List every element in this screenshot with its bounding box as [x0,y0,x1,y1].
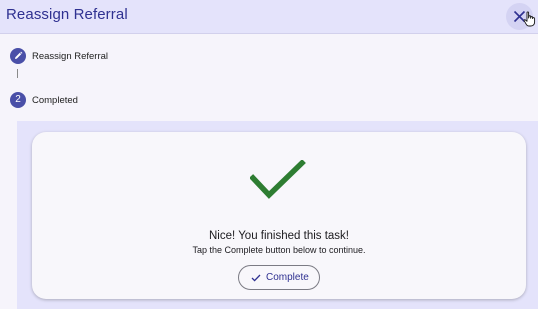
edit-icon [15,51,23,59]
dialog-header: Reassign Referral [0,0,538,34]
dialog-title: Reassign Referral [6,6,128,23]
step-1-marker [10,48,26,64]
check-small-icon [251,274,261,282]
hand-cursor-icon [523,11,536,27]
complete-button-label: Complete [266,272,309,283]
stepper: Reassign Referral 2 Completed [0,34,538,121]
step-2-marker: 2 [10,92,26,108]
completion-card: Nice! You finished this task! Tap the Co… [32,132,526,299]
completion-title: Nice! You finished this task! [209,230,349,242]
completion-subtitle: Tap the Complete button below to continu… [192,245,366,255]
checkmark-icon [250,160,306,199]
step-connector [17,69,18,78]
complete-button[interactable]: Complete [238,265,320,290]
left-gutter [0,121,17,309]
step-2-label: Completed [32,95,78,106]
step-1-label: Reassign Referral [32,51,109,62]
